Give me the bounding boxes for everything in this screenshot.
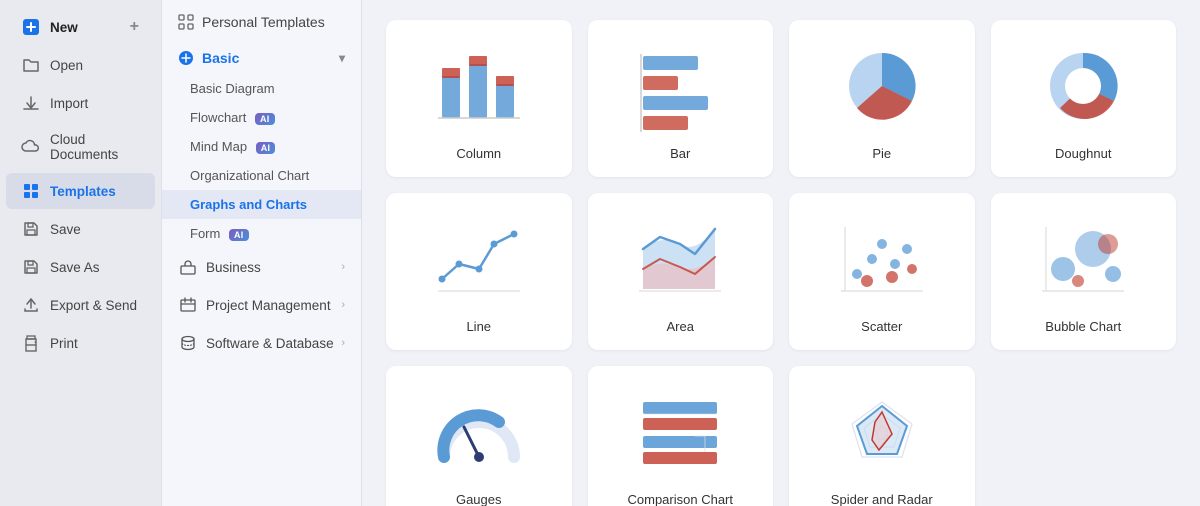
- database-icon: [178, 333, 198, 353]
- new-icon: [22, 18, 40, 36]
- sub-item-graphs-charts[interactable]: Graphs and Charts: [162, 190, 361, 219]
- pie-label: Pie: [872, 146, 891, 161]
- sidebar-item-open[interactable]: Open: [6, 47, 155, 83]
- middle-panel: Personal Templates Basic ▾ Basic Diagram…: [162, 0, 362, 506]
- sidebar-item-new-label: New: [50, 20, 78, 35]
- gauges-visual: [402, 382, 556, 482]
- saveas-icon: [22, 258, 40, 276]
- sidebar-item-templates-label: Templates: [50, 184, 116, 199]
- sidebar-item-save[interactable]: Save: [6, 211, 155, 247]
- basic-label: Basic: [202, 50, 239, 66]
- template-card-line[interactable]: Line: [386, 193, 572, 350]
- category-software-label: Software & Database: [206, 336, 334, 351]
- sidebar-item-saveas[interactable]: Save As: [6, 249, 155, 285]
- pie-visual: [805, 36, 959, 136]
- sub-item-flowchart[interactable]: Flowchart AI: [162, 103, 361, 132]
- template-card-doughnut[interactable]: Doughnut: [991, 20, 1177, 177]
- doughnut-visual: [1007, 36, 1161, 136]
- sidebar-item-templates[interactable]: Templates: [6, 173, 155, 209]
- category-business[interactable]: Business ›: [162, 248, 361, 286]
- template-card-spider[interactable]: Spider and Radar: [789, 366, 975, 506]
- category-business-label: Business: [206, 260, 261, 275]
- line-label: Line: [466, 319, 491, 334]
- sub-item-mind-map[interactable]: Mind Map AI: [162, 132, 361, 161]
- ai-badge-flowchart: AI: [255, 113, 275, 125]
- sub-item-basic-diagram[interactable]: Basic Diagram: [162, 74, 361, 103]
- column-label: Column: [456, 146, 501, 161]
- basic-chevron: ▾: [339, 51, 345, 65]
- basic-section-title[interactable]: Basic ▾: [162, 42, 361, 74]
- sub-item-org-chart-label: Organizational Chart: [190, 168, 309, 183]
- cloud-icon: [22, 138, 40, 156]
- template-card-column[interactable]: Column: [386, 20, 572, 177]
- basic-section: Basic ▾ Basic Diagram Flowchart AI Mind …: [162, 42, 361, 248]
- template-card-bar[interactable]: Bar: [588, 20, 774, 177]
- export-icon: [22, 296, 40, 314]
- doughnut-label: Doughnut: [1055, 146, 1111, 161]
- templates-icon: [22, 182, 40, 200]
- comparison-visual: [604, 382, 758, 482]
- sidebar-item-new[interactable]: New +: [6, 9, 155, 45]
- template-card-area[interactable]: Area: [588, 193, 774, 350]
- sidebar-item-cloud[interactable]: Cloud Documents: [6, 123, 155, 171]
- template-card-pie[interactable]: Pie: [789, 20, 975, 177]
- sidebar-item-import[interactable]: Import: [6, 85, 155, 121]
- scatter-label: Scatter: [861, 319, 902, 334]
- add-icon: +: [130, 18, 139, 36]
- gauges-label: Gauges: [456, 492, 502, 506]
- software-chevron: ›: [341, 337, 345, 349]
- sub-item-form-label: Form: [190, 226, 220, 241]
- personal-templates-label: Personal Templates: [202, 14, 325, 30]
- line-visual: [402, 209, 556, 309]
- project-chevron: ›: [341, 299, 345, 311]
- business-icon: [178, 257, 198, 277]
- sub-item-graphs-charts-label: Graphs and Charts: [190, 197, 307, 212]
- folder-icon: [22, 56, 40, 74]
- template-card-comparison[interactable]: Comparison Chart: [588, 366, 774, 506]
- category-project[interactable]: Project Management ›: [162, 286, 361, 324]
- scatter-visual: [805, 209, 959, 309]
- sidebar-item-open-label: Open: [50, 58, 83, 73]
- sidebar-item-print-label: Print: [50, 336, 78, 351]
- template-card-scatter[interactable]: Scatter: [789, 193, 975, 350]
- sidebar-item-save-label: Save: [50, 222, 81, 237]
- bubble-label: Bubble Chart: [1045, 319, 1121, 334]
- sidebar-item-export-label: Export & Send: [50, 298, 137, 313]
- sub-item-flowchart-label: Flowchart: [190, 110, 246, 125]
- print-icon: [22, 334, 40, 352]
- spider-label: Spider and Radar: [831, 492, 933, 506]
- sub-item-form[interactable]: Form AI: [162, 219, 361, 248]
- sidebar: New + Open Import Cloud Documents Templa…: [0, 0, 162, 506]
- sub-item-org-chart[interactable]: Organizational Chart: [162, 161, 361, 190]
- bubble-visual: [1007, 209, 1161, 309]
- save-icon: [22, 220, 40, 238]
- personal-templates-header[interactable]: Personal Templates: [162, 0, 361, 38]
- template-grid: Column Bar: [386, 20, 1176, 506]
- sidebar-item-cloud-label: Cloud Documents: [50, 132, 139, 162]
- area-visual: [604, 209, 758, 309]
- import-icon: [22, 94, 40, 112]
- sidebar-item-saveas-label: Save As: [50, 260, 100, 275]
- column-visual: [402, 36, 556, 136]
- bar-visual: [604, 36, 758, 136]
- template-card-gauges[interactable]: Gauges: [386, 366, 572, 506]
- sidebar-item-print[interactable]: Print: [6, 325, 155, 361]
- sidebar-item-export[interactable]: Export & Send: [6, 287, 155, 323]
- template-card-bubble[interactable]: Bubble Chart: [991, 193, 1177, 350]
- spider-visual: [805, 382, 959, 482]
- sidebar-item-import-label: Import: [50, 96, 88, 111]
- category-project-label: Project Management: [206, 298, 331, 313]
- category-software[interactable]: Software & Database ›: [162, 324, 361, 362]
- area-label: Area: [667, 319, 694, 334]
- main-content: Column Bar: [362, 0, 1200, 506]
- ai-badge-mind-map: AI: [256, 142, 276, 154]
- sub-item-basic-diagram-label: Basic Diagram: [190, 81, 275, 96]
- sub-item-mind-map-label: Mind Map: [190, 139, 247, 154]
- business-chevron: ›: [341, 261, 345, 273]
- ai-badge-form: AI: [229, 229, 249, 241]
- bar-label: Bar: [670, 146, 690, 161]
- project-icon: [178, 295, 198, 315]
- comparison-label: Comparison Chart: [628, 492, 734, 506]
